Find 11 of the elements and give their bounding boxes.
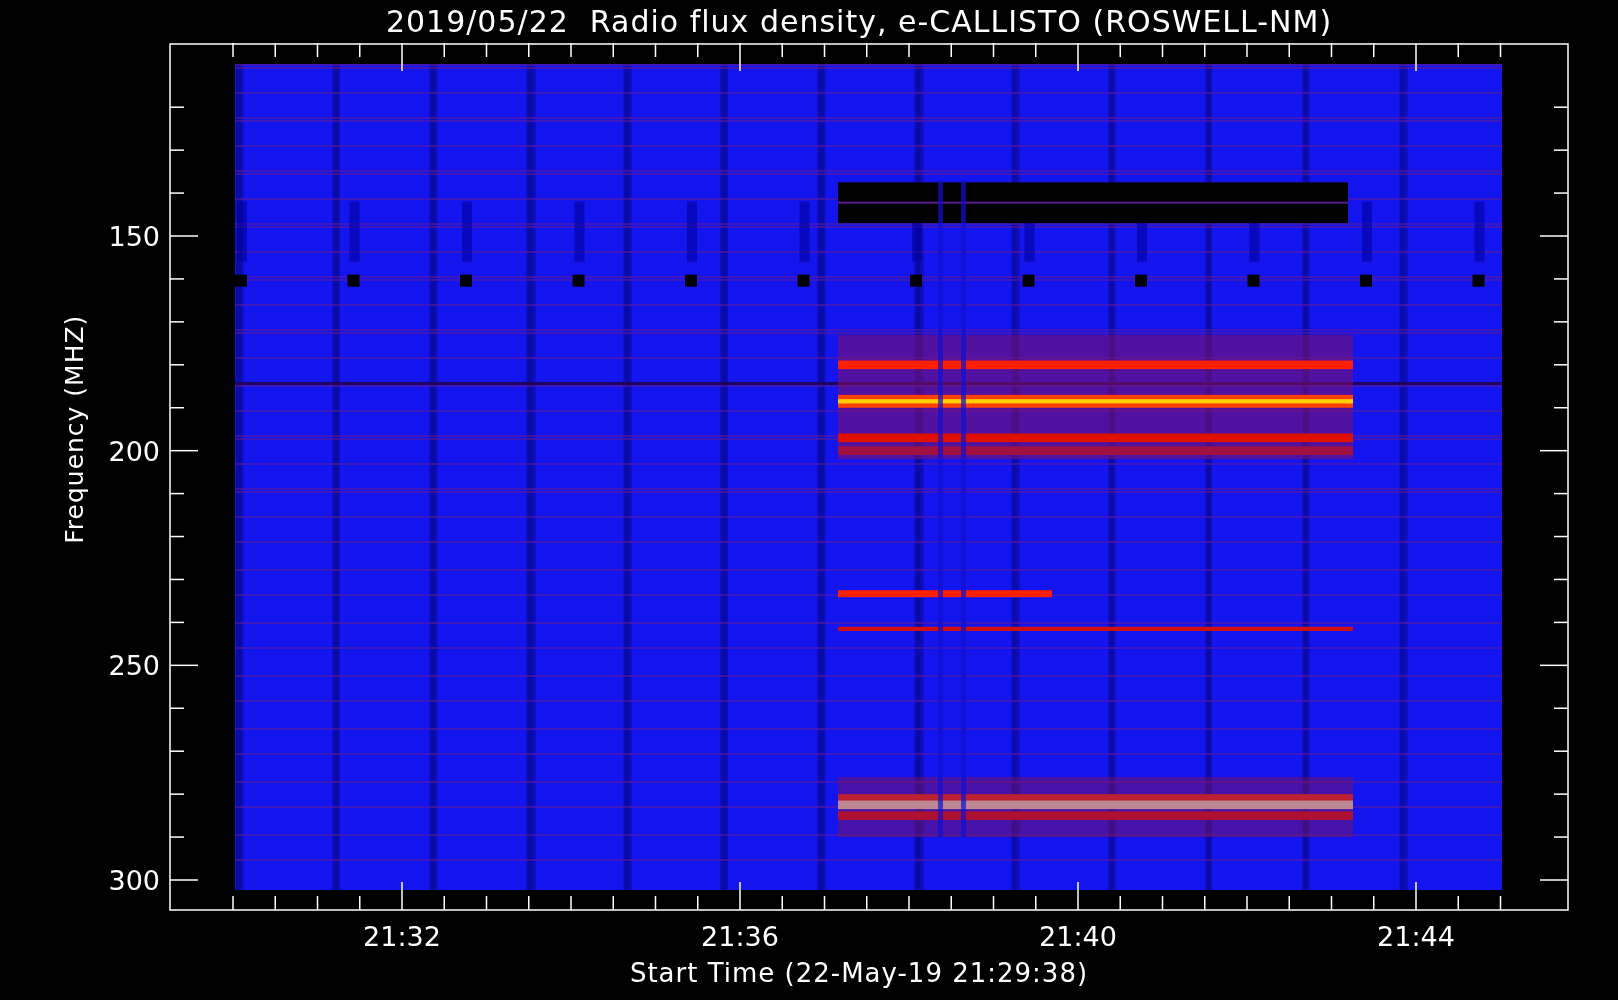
tick-label: 21:36 [701, 921, 779, 952]
tick-label: 150 [108, 221, 160, 252]
axis-label: Start Time (22-May-19 21:29:38) [629, 958, 1089, 988]
tick-label: 250 [108, 650, 160, 682]
axis-label: Frequency (MHZ) [60, 314, 89, 544]
tick-label: 21:32 [363, 921, 441, 952]
plot-title: 2019/05/22 Radio flux density, e-CALLISTO (ROSWELL-NM) [385, 4, 1333, 39]
tick-label: 21:44 [1377, 921, 1455, 952]
tick-label: 300 [108, 865, 160, 896]
tick-label: 200 [108, 435, 160, 467]
tick-label: 21:40 [1039, 921, 1117, 952]
